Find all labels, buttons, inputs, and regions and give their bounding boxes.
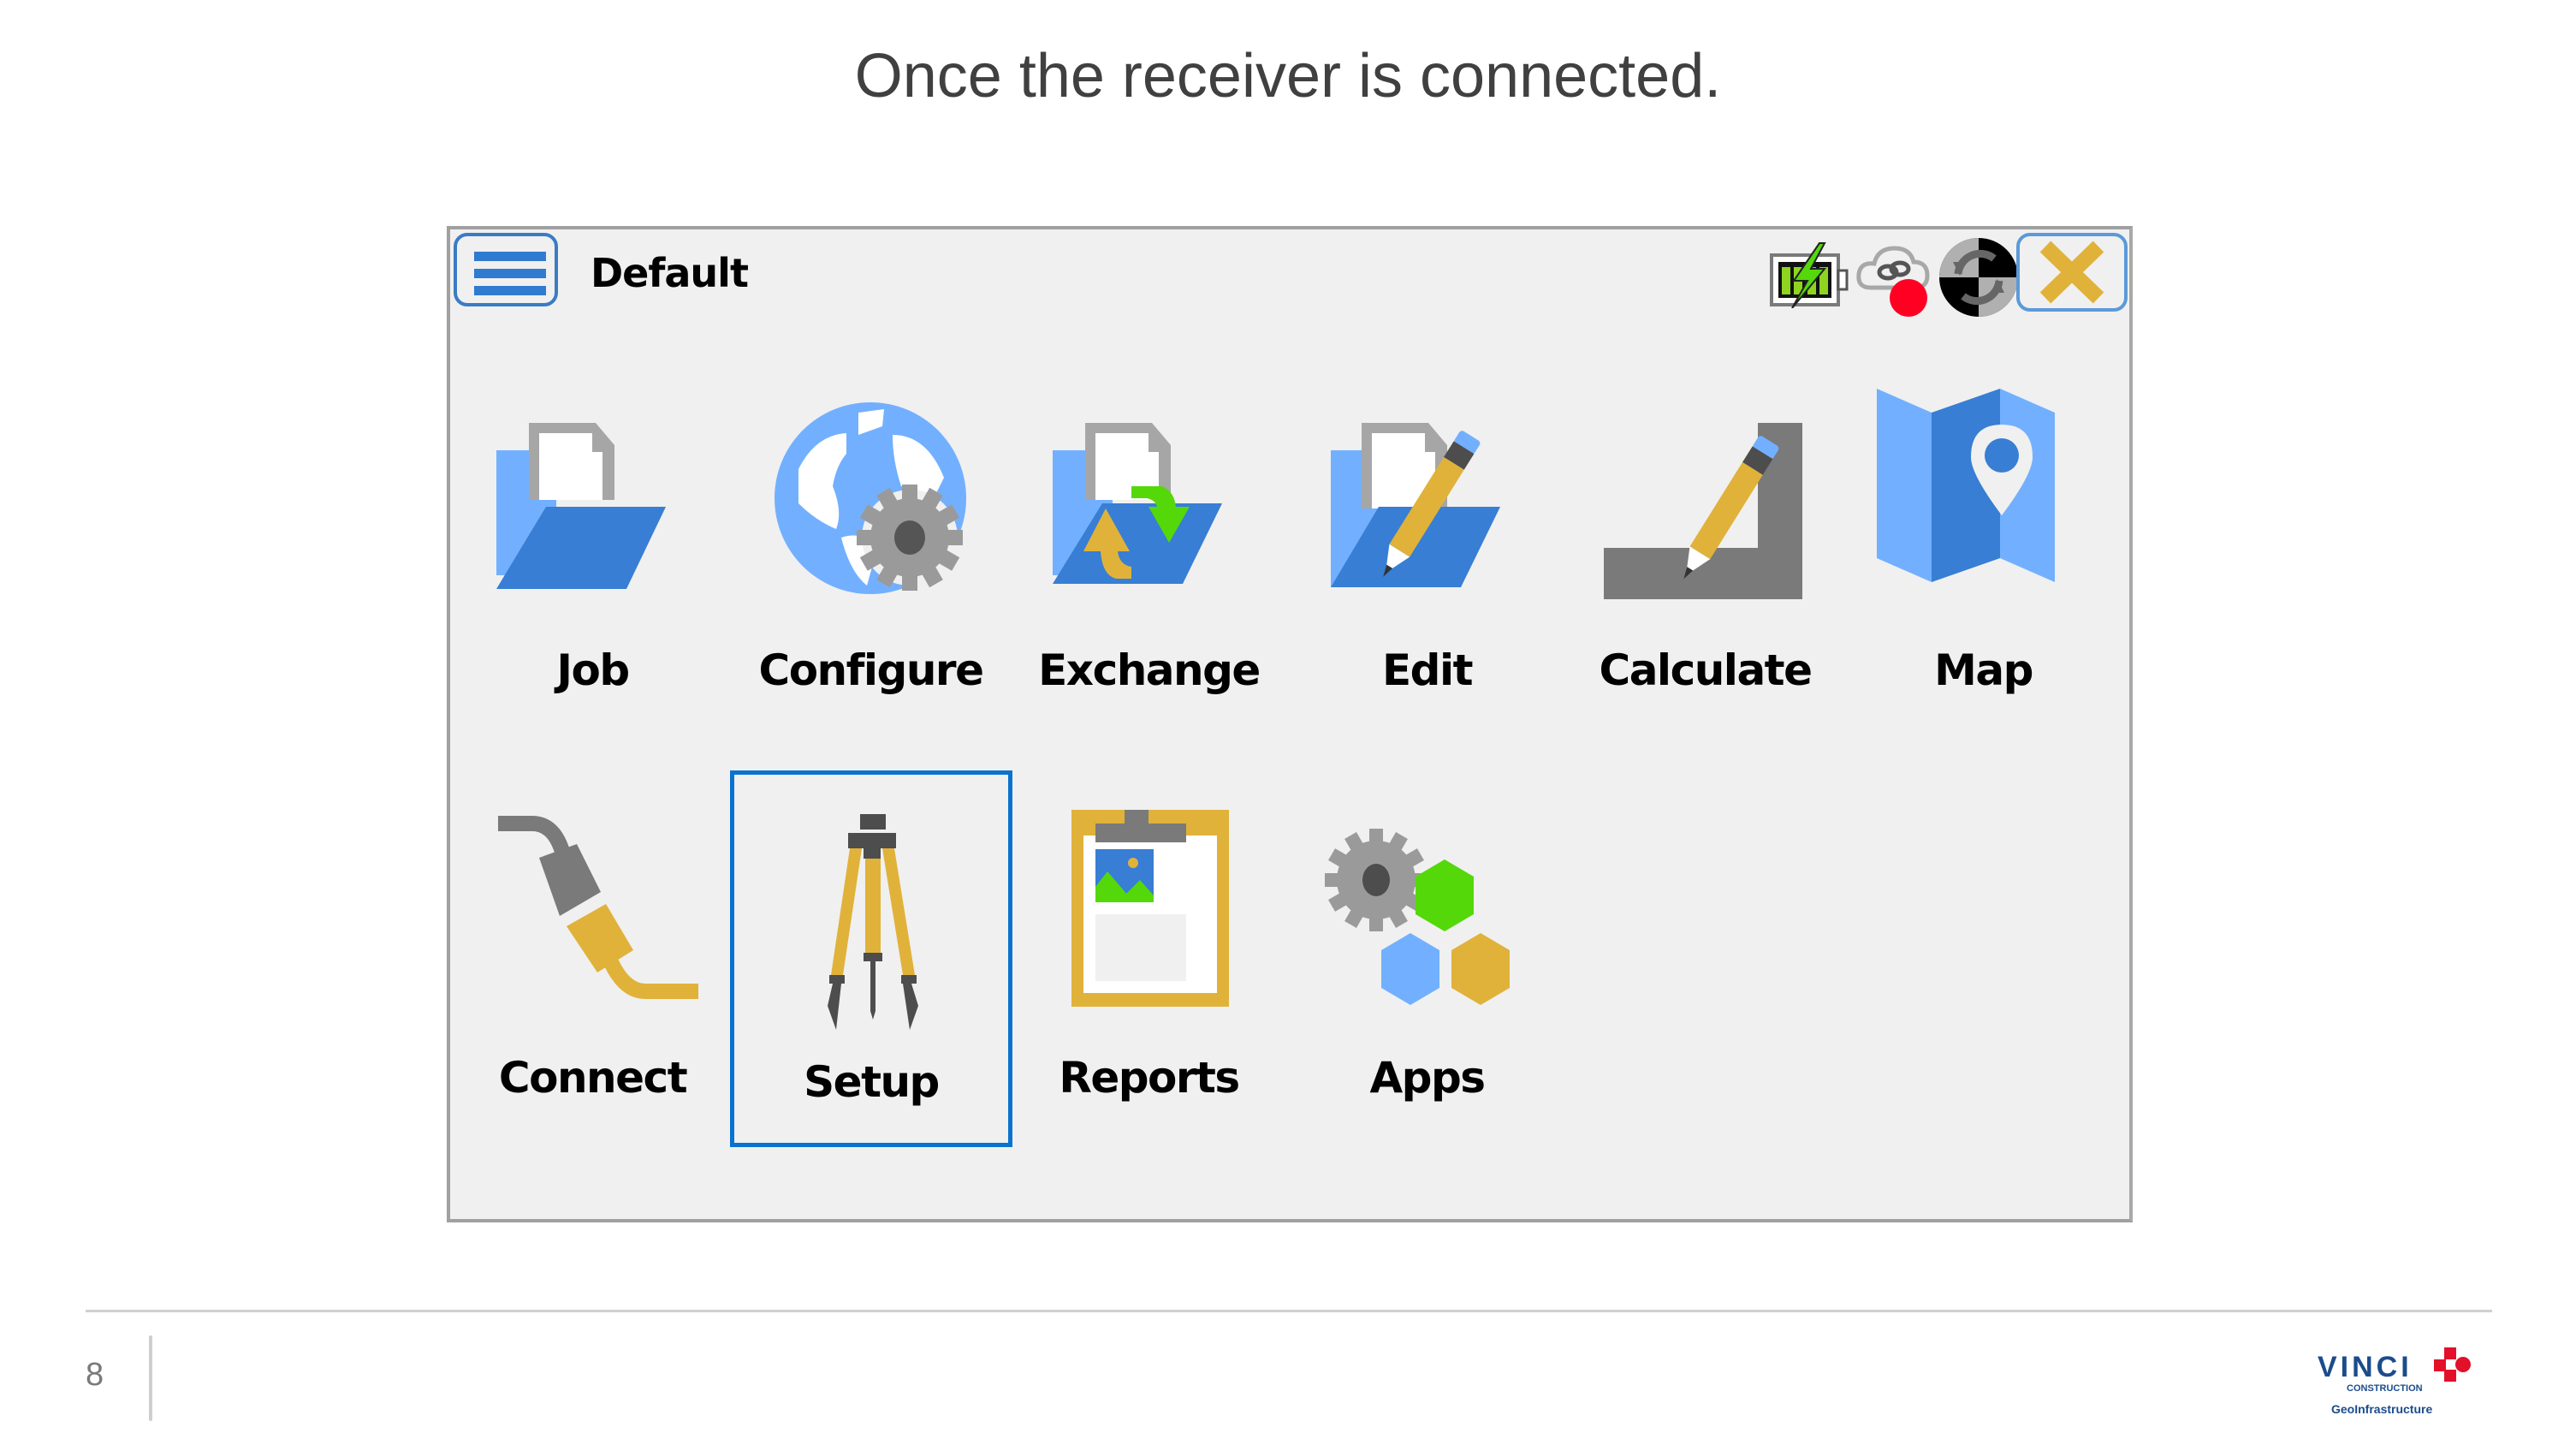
tile-label: Configure [758,645,985,695]
app-window: Default Job Configure Exchange Edit Calc… [447,226,2133,1222]
gear-hexagons-icon [1324,829,1510,1005]
cloud-link-icon[interactable] [1854,236,1936,323]
tile-connect[interactable]: Connect [454,770,732,1145]
vinci-logo: VINCI CONSTRUCTION GeoInfrastructure [2311,1344,2499,1421]
logo-brand: VINCI [2318,1351,2413,1383]
close-button[interactable] [2016,233,2128,312]
tile-label: Calculate [1599,645,1813,695]
menu-bar [474,252,546,261]
tile-label: Apps [1369,1053,1486,1103]
tile-label: Edit [1382,645,1474,695]
tile-calculate[interactable]: Calculate [1566,375,1844,750]
menu-bar [474,286,546,295]
rtk-status-icon[interactable] [1938,236,2020,323]
tile-map[interactable]: Map [1844,375,2122,750]
clipboard-report-icon [1071,810,1229,1007]
plug-icon [497,816,698,999]
tile-label: Reports [1059,1053,1240,1103]
tile-edit[interactable]: Edit [1288,375,1566,750]
tile-label: Exchange [1038,645,1261,695]
tile-label: Job [556,645,630,695]
tile-apps[interactable]: Apps [1288,770,1566,1145]
vinci-cross-icon [2434,1347,2471,1382]
tile-reports[interactable]: Reports [1010,770,1288,1145]
logo-subtitle: CONSTRUCTION [2347,1383,2423,1394]
folder-exchange-icon [1052,423,1222,584]
page-number: 8 [86,1357,104,1393]
battery-charging-icon[interactable] [1768,236,1850,312]
hamburger-menu-button[interactable] [454,233,558,306]
map-pin-icon [1876,389,2055,582]
tile-label: Map [1934,645,2033,695]
footer-vertical-divider [149,1335,152,1421]
slide-title: Once the receiver is connected. [854,42,1722,110]
footer-divider-line [86,1310,2492,1312]
tile-label: Connect [498,1053,688,1103]
close-x-icon [2039,241,2104,304]
tile-configure[interactable]: Configure [732,375,1010,750]
logo-division: GeoInfrastructure [2331,1402,2433,1416]
folder-pencil-icon [1330,423,1500,587]
square-pencil-icon [1603,423,1802,599]
status-dot [1890,279,1927,317]
tile-setup[interactable]: Setup [730,770,1012,1147]
tile-exchange[interactable]: Exchange [1010,375,1288,750]
menu-bar [474,269,546,278]
job-name: Default [591,250,749,296]
folder-document-icon [496,423,666,589]
tile-label: Setup [804,1057,940,1107]
tile-job[interactable]: Job [454,375,732,750]
tripod-icon [828,814,918,1030]
globe-gear-icon [774,402,966,594]
